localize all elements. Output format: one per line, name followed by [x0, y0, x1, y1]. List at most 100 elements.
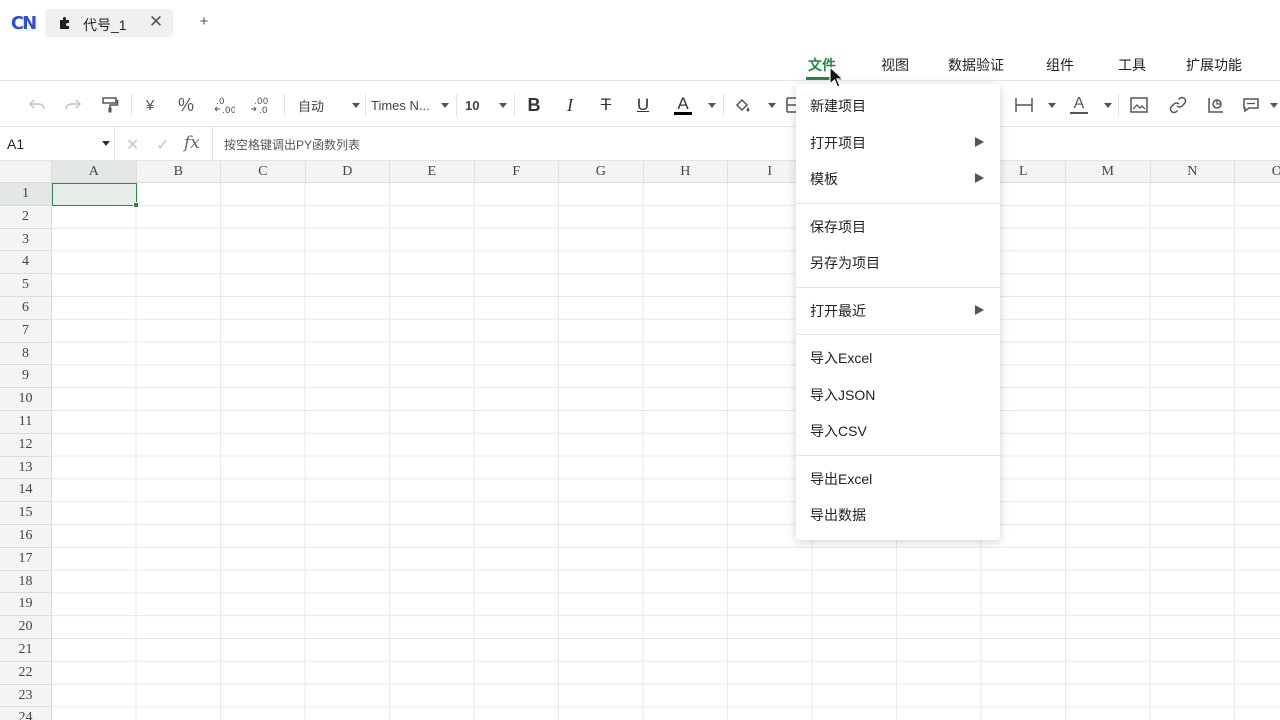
file-menu-item[interactable]: 导出数据 [796, 496, 1000, 530]
strikethrough-button[interactable]: T [596, 94, 616, 116]
row-header[interactable]: 8 [0, 342, 52, 366]
column-header[interactable]: G [559, 161, 644, 183]
mouse-cursor-icon [829, 66, 845, 88]
column-header[interactable]: O [1235, 161, 1280, 183]
insert-chart-button[interactable] [1205, 94, 1227, 116]
row-header[interactable]: 15 [0, 502, 52, 525]
file-menu-item[interactable]: 新建项目 [796, 87, 1000, 121]
font-family-select[interactable]: Times N... [371, 94, 449, 116]
row-header[interactable]: 3 [0, 228, 52, 252]
file-menu-item[interactable]: 导入Excel [796, 339, 1000, 373]
percent-button[interactable]: % [175, 94, 197, 116]
row-header[interactable]: 19 [0, 593, 52, 617]
font-color-button[interactable]: A [674, 94, 716, 116]
underline-button[interactable]: U [633, 94, 653, 116]
column-header[interactable]: F [474, 161, 559, 183]
column-header[interactable]: N [1150, 161, 1235, 183]
row-header[interactable]: 5 [0, 274, 52, 297]
row-header[interactable]: 20 [0, 616, 52, 639]
insert-function-button[interactable]: fx [184, 133, 200, 153]
row-header[interactable]: 2 [0, 205, 52, 229]
row-header[interactable]: 23 [0, 684, 52, 708]
row-header[interactable]: 11 [0, 410, 52, 434]
row-header[interactable]: 14 [0, 479, 52, 503]
file-menu-item[interactable]: 模板 [796, 160, 1000, 194]
row-header[interactable]: 9 [0, 365, 52, 389]
menu-tools[interactable]: 工具 [1118, 55, 1146, 75]
app-logo: CN [10, 12, 37, 34]
number-format-select[interactable]: 自动 [298, 94, 360, 116]
column-header[interactable]: E [390, 161, 475, 183]
menu-item-label: 另存为项目 [810, 255, 880, 271]
format-painter-button[interactable] [99, 94, 121, 116]
column-header[interactable]: B [136, 161, 221, 183]
selected-cell-a1[interactable] [52, 183, 137, 206]
workbook-tab[interactable]: 代号_1 ✕ [45, 9, 173, 37]
row-header[interactable]: 22 [0, 661, 52, 685]
undo-icon [28, 99, 45, 110]
currency-button[interactable]: ¥ [140, 94, 160, 116]
file-menu-item[interactable]: 打开项目 [796, 124, 1000, 158]
border-button[interactable] [786, 94, 796, 116]
increase-decimal-button[interactable]: .00.0 [248, 94, 272, 116]
row-header[interactable]: 18 [0, 570, 52, 594]
row-header[interactable]: 4 [0, 251, 52, 275]
merge-cells-button[interactable] [1014, 94, 1056, 116]
column-header[interactable]: A [52, 161, 137, 183]
text-color-button[interactable]: A [1070, 94, 1112, 116]
fill-handle[interactable] [133, 202, 139, 208]
fill-color-button[interactable] [734, 94, 776, 116]
row-header[interactable]: 1 [0, 183, 52, 206]
link-icon [1169, 96, 1187, 114]
row-header[interactable]: 10 [0, 388, 52, 411]
percent-icon: % [177, 94, 194, 115]
text-color-icon: A [1070, 96, 1088, 114]
row-header[interactable]: 13 [0, 456, 52, 480]
chevron-down-icon [1048, 102, 1056, 108]
select-all-corner[interactable] [0, 161, 52, 183]
add-tab-button[interactable]: + [194, 12, 214, 32]
row-header[interactable]: 7 [0, 319, 52, 343]
file-menu-item[interactable]: 另存为项目 [796, 244, 1000, 278]
column-header[interactable]: M [1066, 161, 1151, 183]
row-header[interactable]: 17 [0, 547, 52, 571]
column-header[interactable]: D [305, 161, 390, 183]
row-header[interactable]: 6 [0, 296, 52, 320]
file-menu-item[interactable]: 打开最近 [796, 292, 1000, 326]
italic-button[interactable]: I [560, 94, 580, 116]
cell-reference-box[interactable]: A1 [0, 127, 115, 160]
column-header[interactable]: H [643, 161, 728, 183]
formula-input[interactable]: 按空格键调出PY函数列表 [224, 136, 360, 153]
cancel-edit-icon[interactable]: ✕ [126, 135, 139, 155]
menu-data-validation[interactable]: 数据验证 [948, 55, 1004, 75]
menu-separator [796, 202, 1000, 204]
menu-item-label: 保存项目 [810, 218, 866, 235]
redo-button[interactable] [62, 94, 84, 116]
row-header[interactable]: 16 [0, 524, 52, 548]
formula-divider [212, 127, 213, 160]
insert-link-button[interactable] [1167, 94, 1189, 116]
confirm-edit-icon[interactable]: ✓ [156, 135, 169, 155]
menu-extensions[interactable]: 扩展功能 [1186, 55, 1242, 75]
file-menu-item[interactable]: 保存项目 [796, 208, 1000, 242]
file-menu-item[interactable]: 导入JSON [796, 376, 1000, 410]
file-menu-item[interactable]: 导出Excel [796, 460, 1000, 494]
insert-comment-button[interactable] [1242, 94, 1278, 116]
insert-image-button[interactable] [1128, 94, 1150, 116]
bold-icon: B [527, 94, 541, 115]
close-tab-icon[interactable]: ✕ [146, 12, 166, 32]
column-header[interactable]: C [221, 161, 306, 183]
menu-components[interactable]: 组件 [1046, 55, 1074, 75]
undo-button[interactable] [26, 94, 48, 116]
bold-button[interactable]: B [524, 94, 544, 116]
decrease-decimal-button[interactable]: .0.00 [212, 94, 236, 116]
font-size-select[interactable]: 10 [465, 94, 507, 116]
row-header[interactable]: 12 [0, 433, 52, 457]
row-header[interactable]: 21 [0, 638, 52, 662]
submenu-arrow-icon [975, 304, 984, 315]
menu-item-label: 打开项目 [810, 134, 866, 151]
row-header[interactable]: 24 [0, 707, 52, 720]
file-menu-item[interactable]: 导入CSV [796, 412, 1000, 446]
menu-view[interactable]: 视图 [881, 55, 909, 75]
cell-area[interactable] [52, 183, 1280, 720]
